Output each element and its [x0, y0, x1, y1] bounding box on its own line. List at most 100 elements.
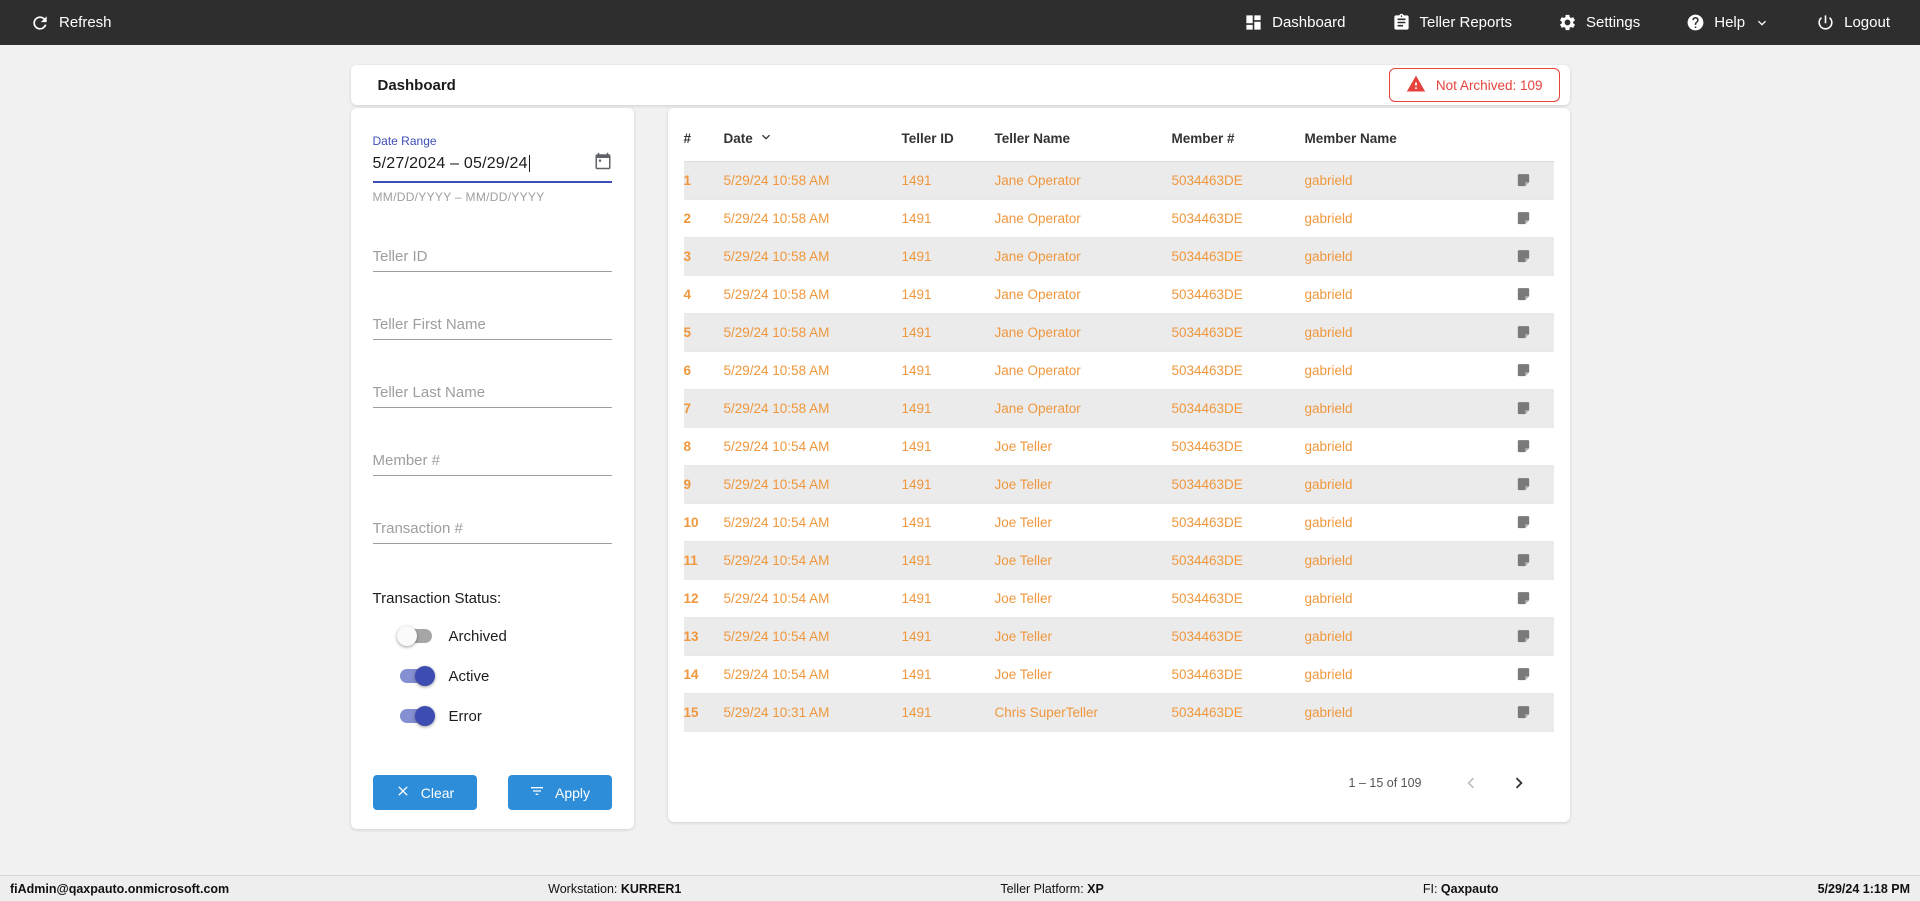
previous-page-button[interactable] [1458, 770, 1484, 796]
toggle-thumb [414, 666, 435, 686]
table-row[interactable]: 11 5/29/24 10:54 AM 1491 Joe Teller 5034463D… [683, 542, 1554, 580]
cell-teller-id: 1491 [901, 591, 932, 606]
cell-teller-id: 1491 [901, 249, 932, 264]
note-icon[interactable] [1494, 324, 1554, 341]
table-row[interactable]: 3 5/29/24 10:58 AM 1491 Jane Operator 503446… [683, 238, 1554, 276]
cell-member-name: gabrield [1304, 325, 1353, 340]
cell-num: 9 [683, 477, 692, 492]
table-row[interactable]: 6 5/29/24 10:58 AM 1491 Jane Operator 503446… [683, 352, 1554, 390]
table-row[interactable]: 13 5/29/24 10:54 AM 1491 Joe Teller 5034463D… [683, 618, 1554, 656]
cell-num: 13 [683, 629, 699, 644]
next-page-button[interactable] [1506, 770, 1532, 796]
cell-date: 5/29/24 10:54 AM [723, 515, 830, 530]
nav-teller-reports[interactable]: Teller Reports [1392, 13, 1512, 32]
dashboard-grid-icon [1244, 13, 1263, 32]
cell-teller-name: Joe Teller [994, 477, 1053, 492]
note-icon[interactable] [1494, 552, 1554, 569]
cell-member-num: 5034463DE [1171, 629, 1243, 644]
table-row[interactable]: 14 5/29/24 10:54 AM 1491 Joe Teller 5034463D… [683, 656, 1554, 694]
clipboard-icon [1392, 13, 1411, 32]
table-row[interactable]: 9 5/29/24 10:54 AM 1491 Joe Teller 5034463DE… [683, 466, 1554, 504]
cell-date: 5/29/24 10:58 AM [723, 249, 830, 264]
cell-teller-name: Joe Teller [994, 553, 1053, 568]
not-archived-text: Not Archived: 109 [1435, 77, 1543, 93]
clear-button[interactable]: Clear [372, 775, 477, 810]
nav-settings[interactable]: Settings [1558, 13, 1640, 32]
footer-teller-platform: Teller Platform: XP [1000, 881, 1104, 896]
x-icon [395, 783, 411, 802]
cell-date: 5/29/24 10:58 AM [723, 401, 830, 416]
note-icon[interactable] [1494, 210, 1554, 227]
nav-dashboard[interactable]: Dashboard [1244, 13, 1346, 32]
apply-button[interactable]: Apply [507, 775, 612, 810]
cell-num: 15 [683, 705, 699, 720]
teller-id-field-wrap [372, 244, 612, 272]
cell-teller-name: Jane Operator [994, 211, 1081, 226]
archived-toggle[interactable] [396, 626, 435, 646]
page-header-card: Dashboard Not Archived: 109 [350, 65, 1570, 105]
cell-member-name: gabrield [1304, 439, 1353, 454]
note-icon[interactable] [1494, 438, 1554, 455]
table-row[interactable]: 7 5/29/24 10:58 AM 1491 Jane Operator 503446… [683, 390, 1554, 428]
note-icon[interactable] [1494, 248, 1554, 265]
cell-member-num: 5034463DE [1171, 401, 1243, 416]
table-row[interactable]: 8 5/29/24 10:54 AM 1491 Joe Teller 5034463DE… [683, 428, 1554, 466]
cell-member-num: 5034463DE [1171, 477, 1243, 492]
gear-icon [1558, 13, 1577, 32]
refresh-button[interactable]: Refresh [30, 13, 112, 33]
cell-member-name: gabrield [1304, 591, 1353, 606]
table-row[interactable]: 4 5/29/24 10:58 AM 1491 Jane Operator 503446… [683, 276, 1554, 314]
cell-member-num: 5034463DE [1171, 363, 1243, 378]
toggle-row-archived: Archived [396, 625, 612, 647]
cell-date: 5/29/24 10:58 AM [723, 173, 830, 188]
note-icon[interactable] [1494, 704, 1554, 721]
table-row[interactable]: 12 5/29/24 10:54 AM 1491 Joe Teller 5034463D… [683, 580, 1554, 618]
cell-member-name: gabrield [1304, 667, 1353, 682]
member-number-input[interactable] [372, 448, 612, 476]
cell-teller-name: Joe Teller [994, 591, 1053, 606]
note-icon[interactable] [1494, 514, 1554, 531]
note-icon[interactable] [1494, 666, 1554, 683]
nav-logout[interactable]: Logout [1816, 13, 1890, 32]
note-icon[interactable] [1494, 628, 1554, 645]
cell-date: 5/29/24 10:58 AM [723, 287, 830, 302]
note-icon[interactable] [1494, 400, 1554, 417]
teller-last-name-input[interactable] [372, 380, 612, 408]
table-row[interactable]: 15 5/29/24 10:31 AM 1491 Chris SuperTeller 5… [683, 694, 1554, 732]
teller-first-name-input[interactable] [372, 312, 612, 340]
cell-teller-id: 1491 [901, 477, 932, 492]
table-row[interactable]: 2 5/29/24 10:58 AM 1491 Jane Operator 503446… [683, 200, 1554, 238]
table-row[interactable]: 1 5/29/24 10:58 AM 1491 Jane Operator 503446… [683, 162, 1554, 200]
col-header-date[interactable]: Date [724, 129, 902, 148]
power-icon [1816, 13, 1835, 32]
date-format-hint: MM/DD/YYYY – MM/DD/YYYY [372, 190, 545, 204]
note-icon[interactable] [1494, 476, 1554, 493]
teller-id-input[interactable] [372, 244, 612, 272]
active-toggle[interactable] [397, 666, 435, 686]
table-row[interactable]: 10 5/29/24 10:54 AM 1491 Joe Teller 5034463D… [683, 504, 1554, 542]
error-toggle[interactable] [397, 706, 435, 726]
col-header-member-num: Member # [1171, 131, 1235, 146]
transaction-number-input[interactable] [372, 516, 612, 544]
note-icon[interactable] [1494, 590, 1554, 607]
chevron-down-icon [1754, 15, 1770, 31]
note-icon[interactable] [1494, 362, 1554, 379]
member-number-field-wrap [372, 448, 612, 476]
nav-help[interactable]: Help [1686, 13, 1770, 32]
calendar-icon[interactable] [594, 152, 612, 175]
toggle-row-error: Error [397, 705, 612, 727]
table-row[interactable]: 5 5/29/24 10:58 AM 1491 Jane Operator 503446… [683, 314, 1554, 352]
text-cursor [528, 155, 530, 172]
note-icon[interactable] [1494, 286, 1554, 303]
cell-num: 1 [683, 173, 692, 188]
error-toggle-label: Error [448, 707, 482, 725]
cell-teller-name: Jane Operator [994, 325, 1081, 340]
note-icon[interactable] [1494, 172, 1554, 189]
archived-toggle-label: Archived [448, 627, 507, 645]
nav-logout-label: Logout [1844, 14, 1890, 31]
cell-teller-name: Chris SuperTeller [994, 705, 1099, 720]
date-range-input[interactable]: 5/27/2024 – 05/29/24 [373, 152, 612, 175]
cell-num: 10 [683, 515, 699, 530]
cell-member-num: 5034463DE [1171, 211, 1243, 226]
cell-member-name: gabrield [1304, 705, 1353, 720]
